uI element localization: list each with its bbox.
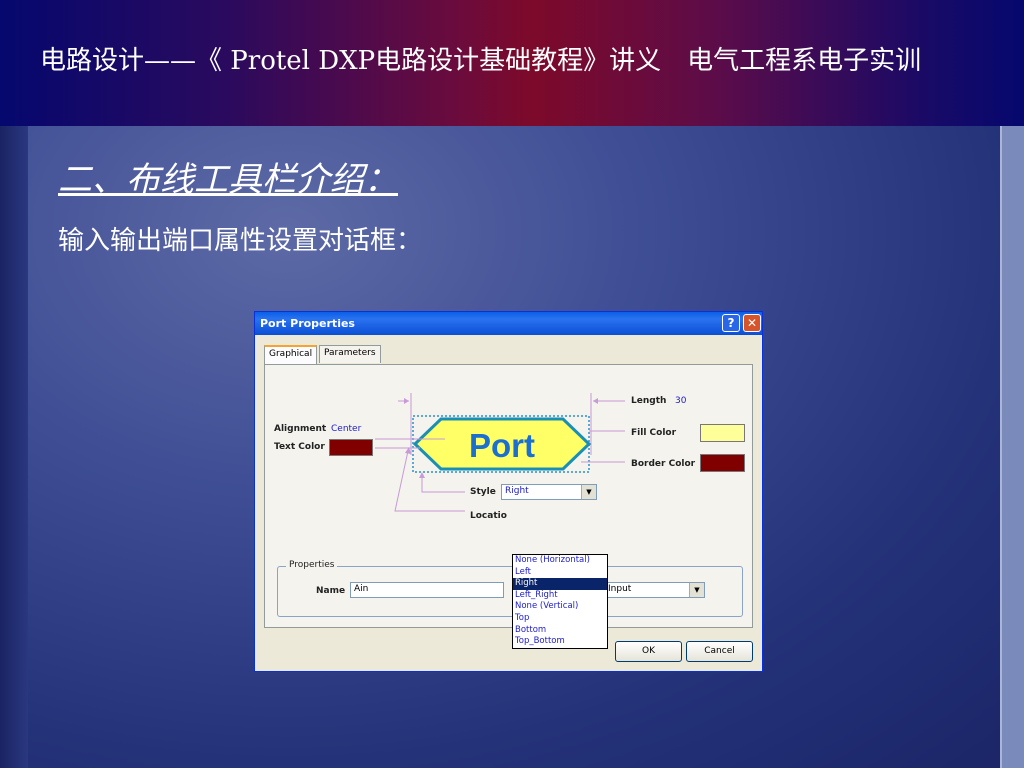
style-option[interactable]: Top_Bottom <box>513 636 607 648</box>
style-option-selected[interactable]: Right <box>513 578 607 590</box>
tab-graphical[interactable]: Graphical <box>264 345 318 364</box>
chevron-down-icon[interactable]: ▼ <box>581 485 596 499</box>
style-option[interactable]: Left_Right <box>513 590 607 602</box>
properties-group-label: Properties <box>286 560 338 570</box>
style-guide <box>421 475 465 493</box>
dialog-title: Port Properties <box>260 317 355 330</box>
alignment-value[interactable]: Center <box>331 424 361 434</box>
ok-button[interactable]: OK <box>615 641 682 662</box>
style-label: Style <box>470 487 496 497</box>
graphical-panel: Port Length 30 Alignment Center Text Col… <box>264 364 753 649</box>
text-color-label: Text Color <box>274 442 325 452</box>
subtitle: 输入输出端口属性设置对话框： <box>58 226 423 256</box>
close-icon[interactable]: ✕ <box>743 314 761 332</box>
help-icon[interactable]: ? <box>722 314 740 332</box>
style-option[interactable]: None (Vertical) <box>513 601 607 613</box>
style-select-value: Right <box>505 486 529 496</box>
slide-header: 电路设计——《 Protel DXP电路设计基础教程》讲义 电气工程系电子实训 <box>0 0 1024 126</box>
style-option[interactable]: Left <box>513 567 607 579</box>
alignment-label: Alignment <box>274 424 327 434</box>
style-option[interactable]: None (Horizontal) <box>513 555 607 567</box>
properties-group: Properties Name Ain Input ▼ <box>277 560 743 617</box>
text-color-swatch[interactable] <box>329 439 373 456</box>
style-dropdown-list[interactable]: None (Horizontal) Left Right Left_Right … <box>512 554 608 649</box>
tab-parameters[interactable]: Parameters <box>319 345 381 363</box>
right-edge-strip <box>1002 126 1024 768</box>
length-label: Length <box>631 396 667 406</box>
border-color-swatch[interactable] <box>700 454 745 472</box>
fill-color-label: Fill Color <box>631 428 677 438</box>
header-title: 电路设计——《 Protel DXP电路设计基础教程》讲义 电气工程系电子实训 <box>40 46 922 76</box>
io-type-select[interactable]: Input ▼ <box>604 582 705 598</box>
chevron-down-icon[interactable]: ▼ <box>689 583 704 597</box>
border-color-label: Border Color <box>631 459 696 469</box>
name-field[interactable]: Ain <box>350 582 504 598</box>
length-value[interactable]: 30 <box>675 396 686 406</box>
io-type-value: Input <box>608 584 632 594</box>
port-properties-dialog: Port Properties ? ✕ Graphical Parameters… <box>254 311 763 672</box>
left-band <box>0 126 28 768</box>
cancel-button[interactable]: Cancel <box>686 641 753 662</box>
port-shape-label: Port <box>469 427 535 464</box>
section-title: 二、布线工具栏介绍： <box>58 160 398 200</box>
style-select[interactable]: Right ▼ <box>501 484 597 500</box>
style-option[interactable]: Top <box>513 613 607 625</box>
style-option[interactable]: Bottom <box>513 625 607 637</box>
name-label: Name <box>316 586 346 596</box>
location-label: Locatio <box>470 511 507 521</box>
dialog-titlebar[interactable]: Port Properties ? ✕ <box>255 312 762 335</box>
fill-color-swatch[interactable] <box>700 424 745 442</box>
